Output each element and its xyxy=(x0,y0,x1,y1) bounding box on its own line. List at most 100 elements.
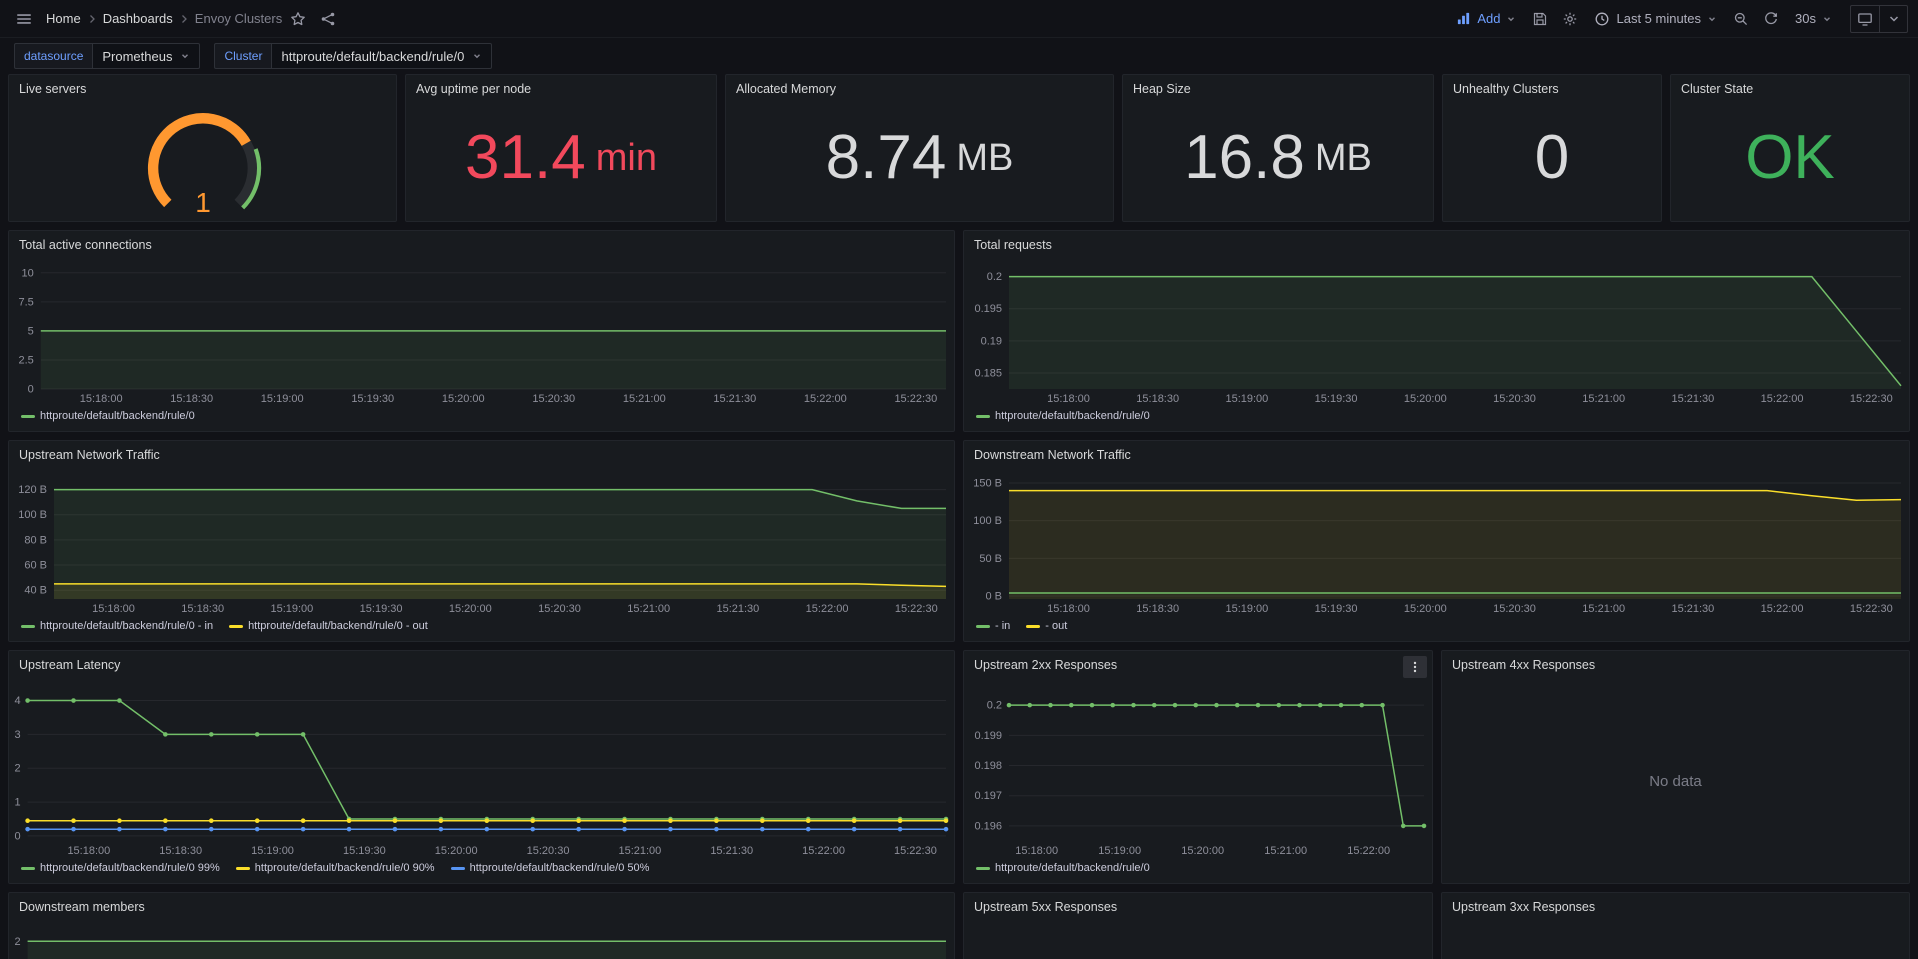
panel-downstream-network-traffic: Downstream Network Traffic 0 B50 B100 B1… xyxy=(963,440,1910,642)
breadcrumb: Home Dashboards Envoy Clusters xyxy=(46,11,282,26)
panel-heap-size: Heap Size 16.8 MB xyxy=(1122,74,1434,222)
svg-text:15:22:30: 15:22:30 xyxy=(894,393,937,405)
monitor-icon xyxy=(1857,11,1873,27)
panel-header[interactable]: Upstream 5xx Responses xyxy=(964,893,1432,921)
hamburger-icon xyxy=(15,10,33,28)
svg-text:0: 0 xyxy=(14,830,20,842)
collapse-toolbar-button[interactable] xyxy=(1879,6,1907,32)
svg-text:15:18:30: 15:18:30 xyxy=(181,603,224,615)
svg-text:5: 5 xyxy=(28,325,34,337)
share-icon xyxy=(320,11,336,27)
svg-text:2: 2 xyxy=(14,936,20,948)
save-dashboard-button[interactable] xyxy=(1526,5,1554,33)
legend-item[interactable]: - out xyxy=(1026,620,1067,632)
panel-menu-button[interactable] xyxy=(1403,656,1427,678)
panel-header[interactable]: Upstream 2xx Responses xyxy=(964,651,1432,679)
live-servers-gauge: 1 xyxy=(137,108,269,216)
variable-cluster-picker[interactable]: httproute/default/backend/rule/0 xyxy=(271,43,492,69)
chevron-right-icon xyxy=(178,13,190,25)
legend-item[interactable]: - in xyxy=(976,620,1010,632)
panel-header[interactable]: Cluster State xyxy=(1671,75,1909,103)
panel-header[interactable]: Downstream Network Traffic xyxy=(964,441,1909,469)
svg-text:15:21:30: 15:21:30 xyxy=(1671,393,1714,405)
tv-mode-button[interactable] xyxy=(1851,6,1879,32)
panel-header[interactable]: Upstream 4xx Responses xyxy=(1442,651,1909,679)
legend-item[interactable]: httproute/default/backend/rule/0 90% xyxy=(236,862,435,874)
panel-upstream-network-traffic: Upstream Network Traffic 40 B60 B80 B100… xyxy=(8,440,955,642)
save-icon xyxy=(1532,11,1548,27)
svg-text:0.2: 0.2 xyxy=(987,271,1002,283)
panel-title: Upstream Latency xyxy=(19,658,120,672)
downstream-members-chart: 2 xyxy=(9,921,954,959)
clock-icon xyxy=(1594,11,1610,27)
svg-text:100 B: 100 B xyxy=(973,515,1002,527)
svg-text:15:19:30: 15:19:30 xyxy=(343,845,386,857)
chart-legend: httproute/default/backend/rule/0 xyxy=(9,407,954,431)
svg-text:15:22:30: 15:22:30 xyxy=(1850,603,1893,615)
chevron-down-icon xyxy=(1707,14,1717,24)
svg-text:15:20:00: 15:20:00 xyxy=(1404,393,1447,405)
refresh-button[interactable] xyxy=(1757,5,1785,33)
svg-text:15:21:00: 15:21:00 xyxy=(627,603,670,615)
svg-text:15:19:30: 15:19:30 xyxy=(360,603,403,615)
breadcrumb-home[interactable]: Home xyxy=(46,11,81,26)
breadcrumb-dashboards[interactable]: Dashboards xyxy=(103,11,173,26)
legend-item[interactable]: httproute/default/backend/rule/0 50% xyxy=(451,862,650,874)
panel-header[interactable]: Downstream members xyxy=(9,893,954,921)
legend-item[interactable]: httproute/default/backend/rule/0 99% xyxy=(21,862,220,874)
svg-text:15:19:00: 15:19:00 xyxy=(261,393,304,405)
legend-item[interactable]: httproute/default/backend/rule/0 xyxy=(21,410,195,422)
variable-datasource-label: datasource xyxy=(14,43,92,69)
breadcrumb-current[interactable]: Envoy Clusters xyxy=(195,11,282,26)
svg-text:15:21:30: 15:21:30 xyxy=(1671,603,1714,615)
svg-text:15:21:00: 15:21:00 xyxy=(1264,845,1307,857)
add-panel-button[interactable]: Add xyxy=(1448,5,1524,33)
panel-header[interactable]: Allocated Memory xyxy=(726,75,1113,103)
zoom-out-time-button[interactable] xyxy=(1727,5,1755,33)
svg-text:15:19:00: 15:19:00 xyxy=(251,845,294,857)
panel-header[interactable]: Live servers xyxy=(9,75,396,103)
stat-number: 16.8 xyxy=(1184,127,1305,189)
legend-item[interactable]: httproute/default/backend/rule/0 xyxy=(976,410,1150,422)
svg-text:15:22:00: 15:22:00 xyxy=(804,393,847,405)
panel-header[interactable]: Unhealthy Clusters xyxy=(1443,75,1661,103)
chart-legend: - in - out xyxy=(964,617,1909,641)
share-dashboard-button[interactable] xyxy=(314,5,342,33)
stat-unit: MB xyxy=(1315,139,1372,177)
panel-header[interactable]: Total requests xyxy=(964,231,1909,259)
svg-text:0.2: 0.2 xyxy=(987,700,1002,712)
menu-toggle-button[interactable] xyxy=(10,5,38,33)
dashboard-grid: Live servers 1 Avg uptime per node 31.4 … xyxy=(0,74,1918,959)
panel-header[interactable]: Heap Size xyxy=(1123,75,1433,103)
chevron-down-icon xyxy=(1822,14,1832,24)
panel-header[interactable]: Upstream 3xx Responses xyxy=(1442,893,1909,921)
legend-item[interactable]: httproute/default/backend/rule/0 xyxy=(976,862,1150,874)
refresh-interval-picker[interactable]: 30s xyxy=(1787,5,1840,33)
dashboard-row-3: Upstream Network Traffic 40 B60 B80 B100… xyxy=(8,440,1910,642)
svg-text:150 B: 150 B xyxy=(973,478,1002,490)
legend-item[interactable]: httproute/default/backend/rule/0 - out xyxy=(229,620,428,632)
downstream-network-traffic-svg: 0 B50 B100 B150 B15:18:0015:18:3015:19:0… xyxy=(964,469,1909,617)
panel-header[interactable]: Total active connections xyxy=(9,231,954,259)
panel-total-active-connections: Total active connections 02.557.51015:18… xyxy=(8,230,955,432)
dashboard-settings-button[interactable] xyxy=(1556,5,1584,33)
total-requests-chart: 0.1850.190.1950.215:18:0015:18:3015:19:0… xyxy=(964,259,1909,407)
svg-text:15:19:30: 15:19:30 xyxy=(1315,393,1358,405)
chart-legend: httproute/default/backend/rule/0 - in htt… xyxy=(9,617,954,641)
panel-header[interactable]: Upstream Latency xyxy=(9,651,954,679)
svg-text:15:20:00: 15:20:00 xyxy=(1404,603,1447,615)
dashboard-variables-bar: datasource Prometheus Cluster httproute/… xyxy=(0,38,1918,74)
panel-upstream-3xx-responses: Upstream 3xx Responses xyxy=(1441,892,1910,959)
time-range-picker[interactable]: Last 5 minutes xyxy=(1586,5,1725,33)
variable-datasource-picker[interactable]: Prometheus xyxy=(92,43,200,69)
stat-number: 0 xyxy=(1535,127,1569,189)
panel-header[interactable]: Upstream Network Traffic xyxy=(9,441,954,469)
legend-item[interactable]: httproute/default/backend/rule/0 - in xyxy=(21,620,213,632)
refresh-icon xyxy=(1763,11,1779,27)
star-dashboard-button[interactable] xyxy=(284,5,312,33)
svg-text:15:20:30: 15:20:30 xyxy=(527,845,570,857)
svg-text:0.195: 0.195 xyxy=(974,303,1002,315)
stat-value: 16.8 MB xyxy=(1123,103,1433,221)
downstream-members-svg: 2 xyxy=(9,921,954,959)
panel-header[interactable]: Avg uptime per node xyxy=(406,75,716,103)
